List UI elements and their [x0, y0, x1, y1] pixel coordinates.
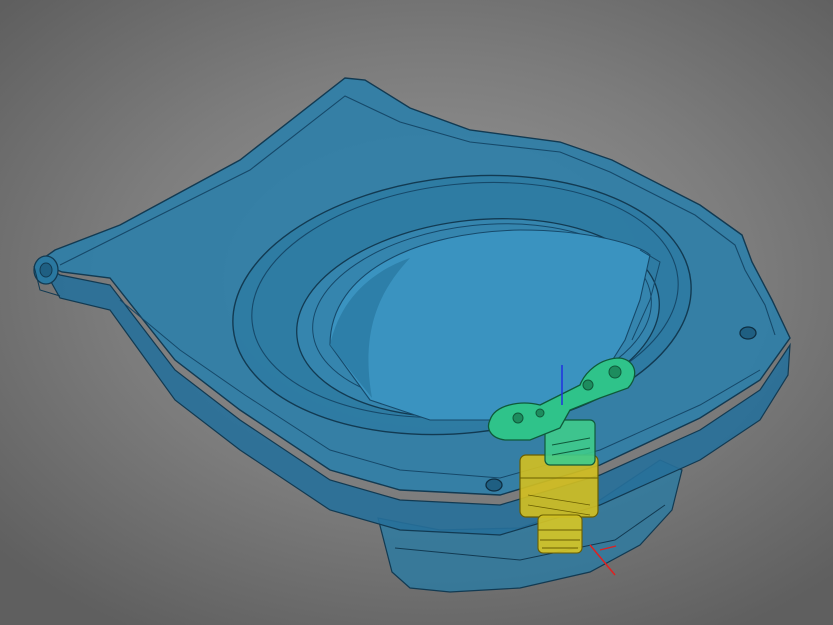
mount-hole-front[interactable]: [485, 478, 503, 492]
3d-model-scene[interactable]: [0, 0, 833, 625]
mount-hole-right[interactable]: [739, 326, 757, 340]
cad-3d-viewport[interactable]: [0, 0, 833, 625]
